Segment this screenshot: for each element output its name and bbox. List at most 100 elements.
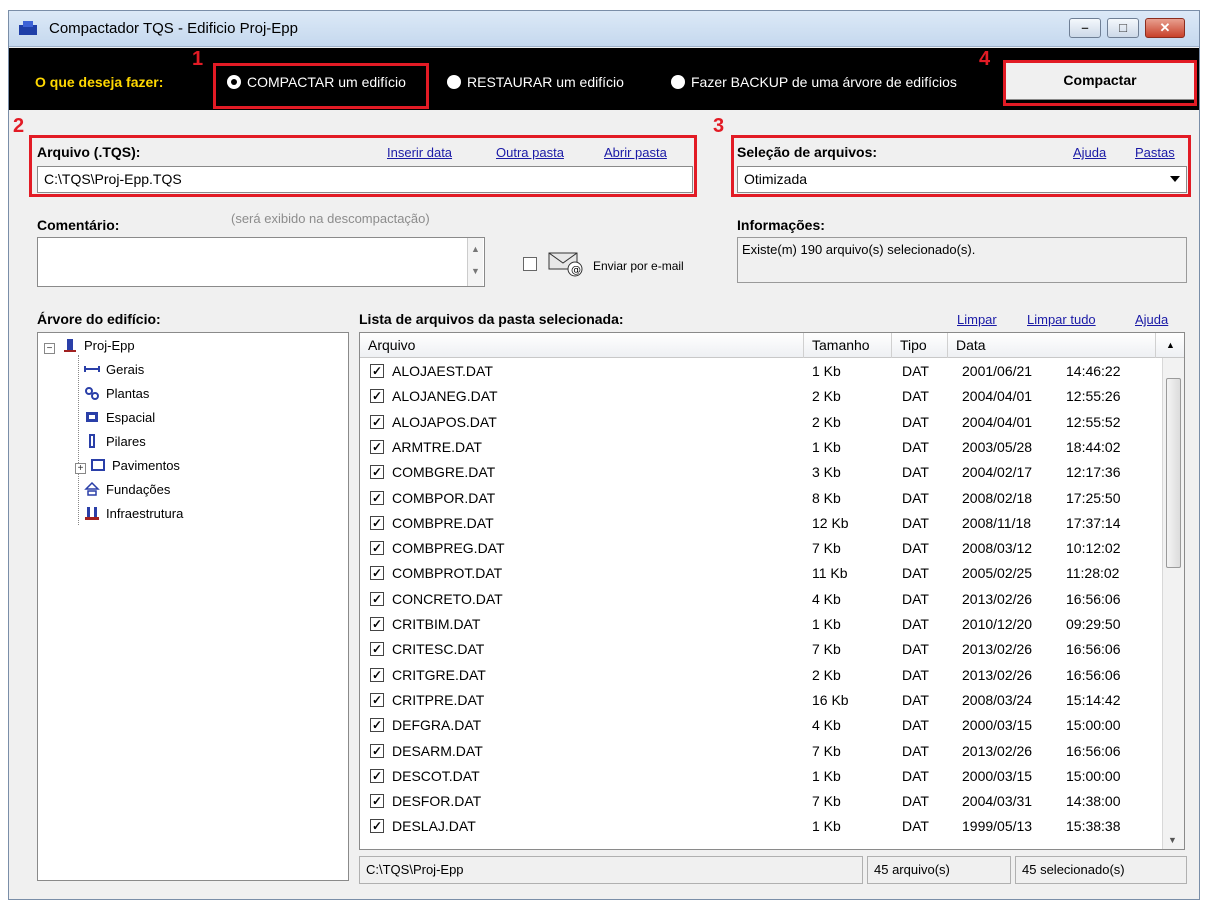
maximize-button[interactable]: □ [1107, 18, 1139, 38]
tree-item-gerais[interactable]: Gerais [84, 362, 144, 377]
checkbox-checked-icon[interactable]: ✓ [370, 541, 384, 556]
file-list[interactable]: Arquivo Tamanho Tipo Data ▲ ✓ ALOJAEST.DA… [359, 332, 1185, 850]
compactar-button[interactable]: Compactar [1005, 60, 1195, 100]
file-name-cell: COMBPROT.DAT [392, 565, 503, 582]
checkbox-checked-icon[interactable]: ✓ [370, 389, 384, 404]
tree-item-infraestrutura[interactable]: Infraestrutura [84, 506, 183, 521]
checkbox-checked-icon[interactable]: ✓ [370, 439, 384, 454]
radio-selected-icon[interactable] [227, 75, 241, 89]
option-restaurar[interactable]: RESTAURAR um edifício [447, 74, 624, 90]
table-row[interactable]: ✓ CRITPRE.DAT 16 Kb DAT 2008/03/24 15:14:42 [360, 688, 1160, 713]
expand-icon[interactable]: + [75, 463, 86, 474]
table-row[interactable]: ✓ COMBGRE.DAT 3 Kb DAT 2004/02/17 12:17:36 [360, 460, 1160, 485]
status-selected: 45 selecionado(s) [1015, 856, 1187, 884]
table-row[interactable]: ✓ DESFOR.DAT 7 Kb DAT 2004/03/31 14:38:00 [360, 789, 1160, 814]
pilares-icon [89, 434, 95, 448]
table-row[interactable]: ✓ ARMTRE.DAT 1 Kb DAT 2003/05/28 18:44:02 [360, 435, 1160, 460]
selection-folders-link[interactable]: Pastas [1135, 145, 1175, 160]
checkbox-checked-icon[interactable]: ✓ [370, 642, 384, 657]
table-row[interactable]: ✓ DESLAJ.DAT 1 Kb DAT 1999/05/13 15:38:38 [360, 814, 1160, 839]
checkbox-checked-icon[interactable]: ✓ [370, 465, 384, 480]
tree-item-pavimentos[interactable]: Pavimentos [90, 458, 180, 473]
file-name-cell: CRITESC.DAT [392, 641, 485, 658]
file-name-cell: COMBPREG.DAT [392, 540, 505, 557]
column-header-tamanho[interactable]: Tamanho [804, 333, 892, 358]
checkbox-checked-icon[interactable]: ✓ [370, 743, 384, 758]
building-tree[interactable]: − Proj-Epp Gerais Plantas Espacial Pilar… [37, 332, 349, 881]
file-path-input[interactable]: C:\TQS\Proj-Epp.TQS [37, 166, 693, 193]
checkbox-checked-icon[interactable]: ✓ [370, 414, 384, 429]
scroll-up-icon[interactable]: ▲ [1156, 333, 1184, 358]
scroll-down-icon[interactable]: ▼ [1168, 835, 1177, 845]
table-row[interactable]: ✓ COMBPOR.DAT 8 Kb DAT 2008/02/18 17:25:50 [360, 486, 1160, 511]
table-row[interactable]: ✓ DESARM.DAT 7 Kb DAT 2013/02/26 16:56:06 [360, 739, 1160, 764]
option-restaurar-label: RESTAURAR um edifício [467, 74, 624, 90]
list-help-link[interactable]: Ajuda [1135, 312, 1168, 327]
file-date-cell: 2008/02/18 [962, 489, 1033, 506]
clear-all-link[interactable]: Limpar tudo [1027, 312, 1096, 327]
file-date-cell: 2001/06/21 [962, 363, 1033, 379]
table-row[interactable]: ✓ CRITGRE.DAT 2 Kb DAT 2013/02/26 16:56:06 [360, 663, 1160, 688]
scrollbar-thumb[interactable] [1166, 378, 1181, 568]
column-header-data[interactable]: Data [948, 333, 1156, 358]
selection-dropdown[interactable]: Otimizada [737, 166, 1187, 193]
file-type-cell: DAT [902, 489, 929, 506]
checkbox-checked-icon[interactable]: ✓ [370, 364, 384, 378]
column-header-tipo[interactable]: Tipo [892, 333, 948, 358]
checkbox-checked-icon[interactable]: ✓ [370, 768, 384, 783]
checkbox-checked-icon[interactable]: ✓ [370, 819, 384, 834]
file-date-cell: 2000/03/15 [962, 767, 1033, 784]
table-row[interactable]: ✓ ALOJAPOS.DAT 2 Kb DAT 2004/04/01 12:55:52 [360, 410, 1160, 435]
file-time-cell: 10:12:02 [1066, 540, 1121, 557]
checkbox-checked-icon[interactable]: ✓ [370, 591, 384, 606]
email-checkbox[interactable] [523, 257, 537, 271]
tree-item-fundacoes[interactable]: Fundações [84, 482, 170, 497]
tree-item-plantas[interactable]: Plantas [84, 386, 149, 401]
checkbox-checked-icon[interactable]: ✓ [370, 617, 384, 631]
checkbox-checked-icon[interactable]: ✓ [370, 515, 384, 530]
table-row[interactable]: ✓ CRITESC.DAT 7 Kb DAT 2013/02/26 16:56:06 [360, 637, 1160, 662]
selection-help-link[interactable]: Ajuda [1073, 145, 1106, 160]
other-folder-link[interactable]: Outra pasta [496, 145, 564, 160]
checkbox-checked-icon[interactable]: ✓ [370, 667, 384, 682]
file-time-cell: 09:29:50 [1066, 616, 1121, 632]
checkbox-checked-icon[interactable]: ✓ [370, 692, 384, 707]
checkbox-checked-icon[interactable]: ✓ [370, 490, 384, 505]
tree-item-espacial[interactable]: Espacial [84, 410, 155, 425]
scroll-up-icon[interactable]: ▲ [468, 244, 483, 254]
scroll-down-icon[interactable]: ▼ [468, 266, 483, 276]
collapse-icon[interactable]: − [44, 343, 55, 354]
table-row[interactable]: ✓ COMBPROT.DAT 11 Kb DAT 2005/02/25 11:28:02 [360, 561, 1160, 586]
insert-date-link[interactable]: Inserir data [387, 145, 452, 160]
radio-icon[interactable] [447, 75, 461, 89]
minimize-button[interactable]: – [1069, 18, 1101, 38]
table-row[interactable]: ✓ COMBPRE.DAT 12 Kb DAT 2008/11/18 17:37:14 [360, 511, 1160, 536]
file-time-cell: 15:14:42 [1066, 691, 1121, 708]
list-scrollbar[interactable]: ▼ [1162, 358, 1184, 849]
tree-root[interactable]: Proj-Epp [62, 338, 135, 353]
file-type-cell: DAT [902, 641, 929, 658]
file-size-cell: 4 Kb [812, 590, 841, 607]
clear-link[interactable]: Limpar [957, 312, 997, 327]
option-backup[interactable]: Fazer BACKUP de uma árvore de edifícios [671, 74, 957, 90]
comment-textarea[interactable] [37, 237, 485, 287]
checkbox-checked-icon[interactable]: ✓ [370, 794, 384, 809]
table-row[interactable]: ✓ DESCOT.DAT 1 Kb DAT 2000/03/15 15:00:00 [360, 764, 1160, 789]
table-row[interactable]: ✓ ALOJAEST.DAT 1 Kb DAT 2001/06/21 14:46:22 [360, 359, 1160, 384]
table-row[interactable]: ✓ DEFGRA.DAT 4 Kb DAT 2000/03/15 15:00:00 [360, 713, 1160, 738]
close-icon: ✕ [1159, 20, 1171, 35]
table-row[interactable]: ✓ CRITBIM.DAT 1 Kb DAT 2010/12/20 09:29:50 [360, 612, 1160, 637]
app-icon [19, 21, 37, 35]
radio-icon[interactable] [671, 75, 685, 89]
close-button[interactable]: ✕ [1145, 18, 1185, 38]
table-row[interactable]: ✓ COMBPREG.DAT 7 Kb DAT 2008/03/12 10:12:02 [360, 536, 1160, 561]
table-row[interactable]: ✓ ALOJANEG.DAT 2 Kb DAT 2004/04/01 12:55:26 [360, 384, 1160, 409]
column-header-arquivo[interactable]: Arquivo [360, 333, 804, 358]
checkbox-checked-icon[interactable]: ✓ [370, 718, 384, 733]
table-row[interactable]: ✓ CONCRETO.DAT 4 Kb DAT 2013/02/26 16:56:06 [360, 587, 1160, 612]
comment-scrollbar[interactable]: ▲ ▼ [467, 238, 483, 286]
open-folder-link[interactable]: Abrir pasta [604, 145, 667, 160]
option-compactar[interactable]: COMPACTAR um edifício [227, 74, 406, 90]
tree-item-pilares[interactable]: Pilares [84, 434, 146, 449]
checkbox-checked-icon[interactable]: ✓ [370, 566, 384, 581]
